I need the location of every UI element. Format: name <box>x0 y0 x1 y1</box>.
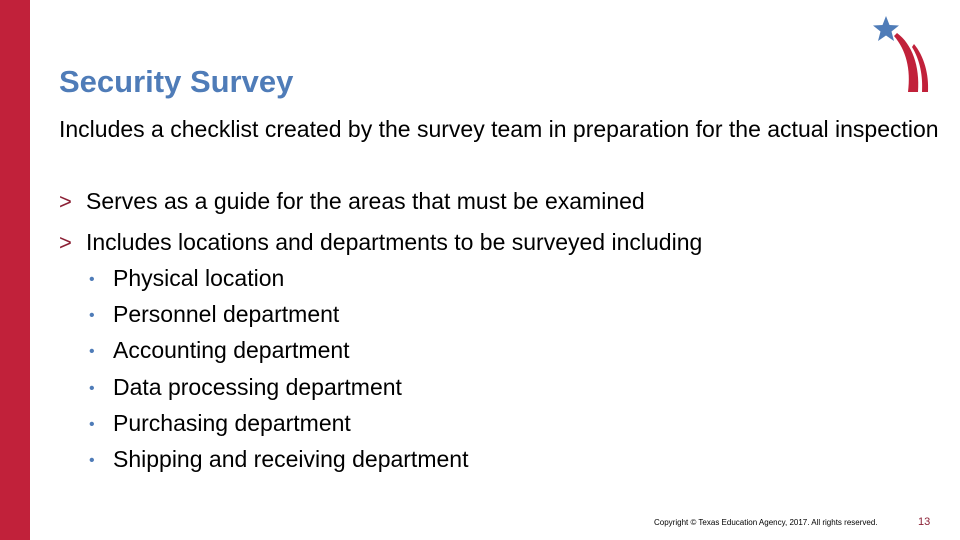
sub-bullet-item: • Personnel department <box>86 299 339 331</box>
bullet-item: > Includes locations and departments to b… <box>59 227 702 258</box>
page-number: 13 <box>918 516 931 528</box>
intro-paragraph: Includes a checklist created by the surv… <box>59 116 939 142</box>
slide-title: Security Survey <box>59 64 294 99</box>
bullet-dot-icon: • <box>89 416 95 433</box>
bullet-dot-icon: • <box>89 343 95 360</box>
chevron-right-icon: > <box>59 230 72 255</box>
bullet-dot-icon: • <box>89 452 95 469</box>
sub-bullet-item: • Accounting department <box>86 335 350 367</box>
sub-bullet-item: • Physical location <box>86 263 284 295</box>
accent-sidebar-bar <box>0 0 30 540</box>
slide: Security Survey Includes a checklist cre… <box>0 0 960 540</box>
sub-bullet-text: Shipping and receiving department <box>113 446 469 472</box>
stripe-large <box>894 33 919 92</box>
bullet-text: Includes locations and departments to be… <box>86 229 703 255</box>
sub-bullet-text: Personnel department <box>113 301 340 327</box>
sub-bullet-item: • Data processing department <box>86 372 402 404</box>
sub-bullet-text: Physical location <box>113 265 285 291</box>
sub-bullet-item: • Purchasing department <box>86 408 351 440</box>
bullet-dot-icon: • <box>89 271 95 288</box>
bullet-item: > Serves as a guide for the areas that mu… <box>59 186 645 217</box>
bullet-dot-icon: • <box>89 380 95 397</box>
sub-bullet-text: Purchasing department <box>113 410 351 436</box>
bullet-dot-icon: • <box>89 307 95 324</box>
copyright-footer: Copyright © Texas Education Agency, 2017… <box>654 518 878 527</box>
star-with-stripes-icon <box>873 16 929 92</box>
sub-bullet-item: • Shipping and receiving department <box>86 444 468 476</box>
sub-bullet-text: Data processing department <box>113 374 402 400</box>
sub-bullet-text: Accounting department <box>113 337 350 363</box>
chevron-right-icon: > <box>59 189 72 214</box>
bullet-text: Serves as a guide for the areas that mus… <box>86 188 645 214</box>
